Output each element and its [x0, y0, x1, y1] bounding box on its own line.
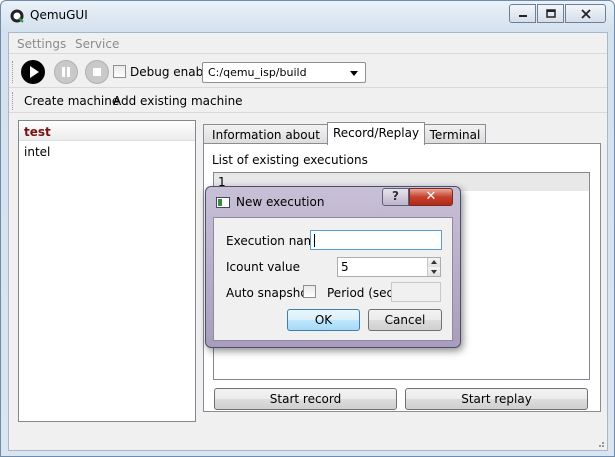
- close-icon: ✕: [425, 189, 437, 204]
- add-existing-machine-button[interactable]: Add existing machine: [113, 94, 243, 108]
- period-label: Period (sec): [327, 286, 398, 300]
- help-button[interactable]: ?: [382, 188, 409, 206]
- pause-icon: [62, 67, 70, 77]
- cancel-button[interactable]: Cancel: [368, 309, 442, 331]
- stop-icon: [93, 68, 101, 76]
- execution-name-label: Execution name: [226, 234, 323, 248]
- title-bar[interactable]: QemuGUI: [1, 1, 614, 31]
- machine-toolbar: Create machine Add existing machine: [9, 89, 607, 113]
- machine-item-test[interactable]: test: [19, 121, 195, 141]
- resize-grip-icon[interactable]: [595, 438, 605, 448]
- tab-record-replay[interactable]: Record/Replay: [327, 122, 425, 145]
- maximize-button[interactable]: [537, 4, 564, 23]
- auto-snapshot-label: Auto snapshot: [226, 286, 313, 300]
- build-path-select[interactable]: C:/qemu_isp/build: [202, 62, 366, 83]
- icount-stepper[interactable]: [427, 258, 440, 276]
- tab-terminal[interactable]: Terminal: [424, 124, 486, 144]
- close-window-button[interactable]: [565, 4, 606, 23]
- start-record-button[interactable]: Start record: [214, 388, 397, 410]
- toolbar-grip[interactable]: [12, 61, 15, 83]
- window-controls: [508, 4, 606, 23]
- start-vm-button[interactable]: [21, 60, 45, 84]
- help-icon: ?: [392, 189, 399, 203]
- stop-vm-button[interactable]: [85, 60, 109, 84]
- menu-settings[interactable]: Settings: [17, 37, 66, 51]
- tab-information-about-vm[interactable]: Information about VM: [203, 124, 329, 156]
- machine-list[interactable]: test intel: [18, 120, 196, 422]
- window-title: QemuGUI: [30, 8, 88, 22]
- auto-snapshot-checkbox[interactable]: [303, 285, 316, 298]
- menu-bar: Settings Service: [9, 33, 607, 54]
- dialog-body: Execution name Icount value 5 Auto snaps…: [213, 217, 453, 341]
- toolbar-grip[interactable]: [12, 92, 15, 110]
- executions-list-label: List of existing executions: [212, 153, 368, 167]
- execution-name-field[interactable]: [310, 230, 442, 250]
- period-field[interactable]: [391, 282, 441, 302]
- chevron-down-icon: [350, 71, 358, 76]
- create-machine-button[interactable]: Create machine: [24, 94, 119, 108]
- dialog-app-icon: [216, 197, 230, 208]
- text-caret: [314, 234, 315, 247]
- menu-service[interactable]: Service: [75, 37, 119, 51]
- pause-vm-button[interactable]: [54, 60, 78, 84]
- debug-enable-checkbox[interactable]: [113, 65, 126, 78]
- main-toolbar: Debug enable C:/qemu_isp/build: [9, 56, 607, 88]
- dialog-title: New execution: [236, 195, 325, 209]
- new-execution-dialog: New execution ? ✕ Execution name Icount …: [205, 186, 461, 348]
- qemu-logo-icon: [10, 9, 24, 23]
- spin-up-icon[interactable]: [428, 258, 440, 267]
- start-replay-button[interactable]: Start replay: [405, 388, 588, 410]
- icount-label: Icount value: [226, 260, 300, 274]
- icount-value: 5: [341, 260, 349, 274]
- minimize-button[interactable]: [509, 4, 536, 23]
- spin-down-icon[interactable]: [428, 267, 440, 276]
- icount-spinbox[interactable]: 5: [337, 257, 441, 277]
- ok-button[interactable]: OK: [287, 309, 360, 331]
- minimize-icon: [518, 14, 527, 17]
- close-dialog-button[interactable]: ✕: [409, 188, 453, 206]
- dialog-controls: ? ✕: [382, 188, 453, 206]
- machine-item-intel[interactable]: intel: [19, 141, 195, 161]
- play-icon: [30, 66, 39, 78]
- maximize-icon: [545, 8, 556, 18]
- close-icon: [580, 8, 591, 19]
- build-path-value: C:/qemu_isp/build: [208, 66, 307, 79]
